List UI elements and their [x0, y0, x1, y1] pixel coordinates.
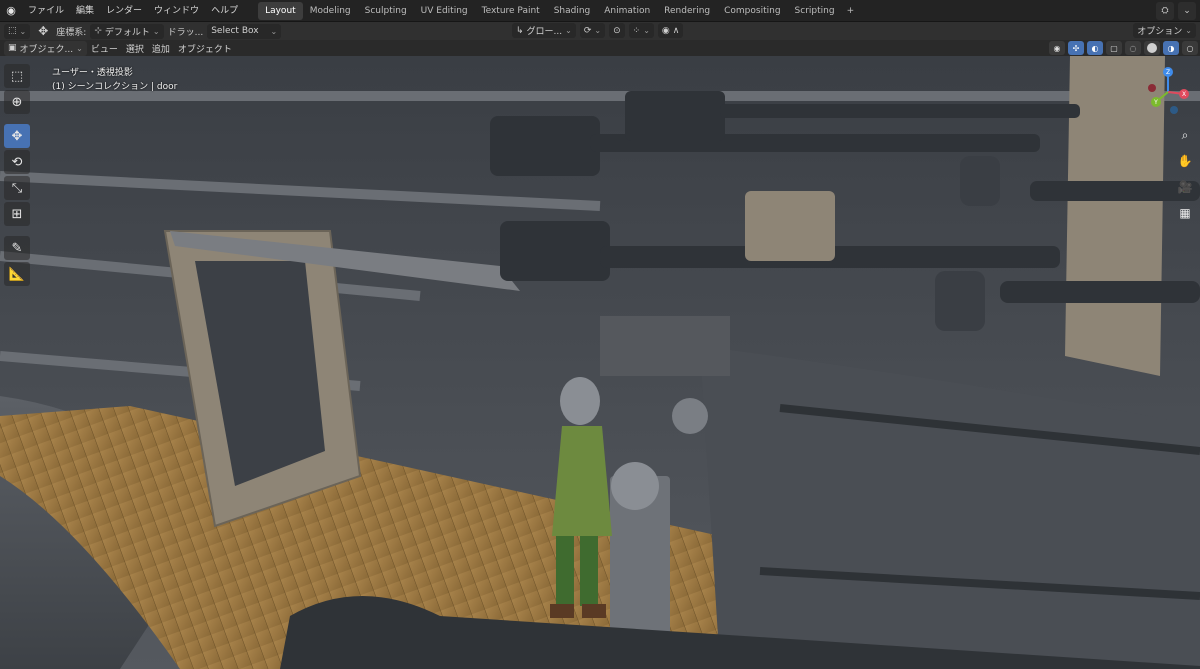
chevron-down-icon[interactable]: ⌄ — [1178, 2, 1196, 20]
tab-sculpting[interactable]: Sculpting — [358, 2, 414, 20]
wireframe-shading-icon[interactable]: ◌ — [1125, 41, 1141, 55]
gizmo-y-label: Y — [1153, 99, 1158, 106]
menu-help[interactable]: ヘルプ — [205, 0, 244, 22]
scale-tool-icon[interactable]: ⤡ — [4, 176, 30, 200]
tab-animation[interactable]: Animation — [597, 2, 657, 20]
top-menu-bar: ◉ ファイル 編集 レンダー ウィンドウ ヘルプ Layout Modeling… — [0, 0, 1200, 22]
rendered-shading-icon[interactable]: ○ — [1182, 41, 1198, 55]
tool-settings-header: ⬚ ⌄ ✥ 座標系: ⊹ デフォルト ⌄ ドラッ... Select Box ⌄ ↳ グロ… — [0, 22, 1200, 40]
top-right-controls: ⛭ ⌄ — [1156, 2, 1196, 20]
gizmo-z-label: Z — [1166, 69, 1170, 76]
navigation-gizmo[interactable]: Z X Y — [1144, 64, 1192, 120]
object-mode-icon: ▣ — [8, 43, 17, 53]
gizmo-x-label: X — [1182, 91, 1186, 98]
pan-hand-icon[interactable]: ✋ — [1174, 150, 1196, 172]
zoom-icon[interactable]: ⌕ — [1174, 124, 1196, 146]
3d-viewport[interactable] — [0, 56, 1200, 669]
tab-layout[interactable]: Layout — [258, 1, 303, 20]
mode-value: オブジェク... — [19, 44, 74, 55]
menu-add[interactable]: 追加 — [148, 42, 174, 55]
chevron-down-icon: ⌄ — [565, 26, 572, 35]
menu-edit[interactable]: 編集 — [70, 0, 100, 22]
drag-select-value: Select Box — [211, 26, 259, 36]
transform-orientation-dropdown[interactable]: ↳ グロー... ⌄ — [512, 23, 576, 38]
tab-scripting[interactable]: Scripting — [788, 2, 842, 20]
chevron-down-icon: ⌄ — [594, 26, 602, 35]
left-toolbar: ⬚ ⊕ ✥ ⟲ ⤡ ⊞ ✎ 📐 — [4, 64, 32, 286]
rotate-tool-icon[interactable]: ⟲ — [4, 150, 30, 174]
proportional-edit-toggle[interactable]: ◉ ∧ — [657, 23, 684, 38]
tab-shading[interactable]: Shading — [547, 2, 598, 20]
solid-shading-icon[interactable] — [1144, 41, 1160, 55]
grid-perspective-icon[interactable]: ▦ — [1174, 202, 1196, 224]
menu-render[interactable]: レンダー — [100, 0, 148, 22]
select-tool-icon: ⬚ — [8, 26, 17, 36]
annotate-tool-icon[interactable]: ✎ — [4, 236, 30, 260]
magnet-icon: ⊙ — [613, 25, 621, 36]
transform-tools: ↳ グロー... ⌄ ⟳ ⌄ ⊙ ⁘ ⌄ ◉ ∧ — [512, 23, 684, 38]
gizmo-toggle-icon[interactable]: ✣ — [1068, 41, 1084, 55]
menu-file[interactable]: ファイル — [22, 0, 70, 22]
chevron-down-icon: ⌄ — [1185, 26, 1192, 35]
tool-mode-dropdown[interactable]: ⬚ ⌄ — [4, 23, 31, 39]
measure-tool-icon[interactable]: 📐 — [4, 262, 30, 286]
proportional-icon: ◉ — [661, 25, 670, 36]
drag-label: ドラッ... — [167, 27, 204, 38]
falloff-icon: ∧ — [672, 25, 680, 36]
viewport-info: ユーザー・透視投影 (1) シーンコレクション | door — [52, 66, 177, 94]
tab-modeling[interactable]: Modeling — [303, 2, 358, 20]
snap-toggle[interactable]: ⊙ — [609, 23, 625, 38]
menu-view[interactable]: ビュー — [87, 42, 122, 55]
transform-tool-icon[interactable]: ⊞ — [4, 202, 30, 226]
snap-target-dropdown[interactable]: ⁘ ⌄ — [628, 23, 654, 38]
camera-icon[interactable]: 🎥 — [1174, 176, 1196, 198]
mode-dropdown[interactable]: ▣ オブジェク... ⌄ — [4, 40, 87, 56]
drag-select-dropdown[interactable]: Select Box ⌄ — [207, 23, 282, 39]
view-projection-label: ユーザー・透視投影 — [52, 68, 133, 78]
chevron-down-icon: ⌄ — [643, 26, 650, 35]
orientation-value: デフォルト — [104, 27, 150, 38]
axes-icon: ↳ — [516, 25, 524, 36]
tab-rendering[interactable]: Rendering — [657, 2, 717, 20]
pivot-icon: ⟳ — [583, 25, 592, 36]
select-box-tool-icon[interactable]: ⬚ — [4, 64, 30, 88]
scene-selector-icon[interactable]: ⛭ — [1156, 2, 1174, 20]
visibility-icon[interactable]: ◉ — [1049, 41, 1065, 55]
move-tool-indicator[interactable]: ✥ — [34, 24, 52, 39]
chevron-down-icon: ⌄ — [19, 26, 27, 36]
menu-select[interactable]: 選択 — [122, 42, 148, 55]
viewport-header: ▣ オブジェク... ⌄ ビュー 選択 追加 オブジェクト ◉ ✣ ◐ ▢ ◌ ◑ … — [0, 40, 1200, 56]
move-arrows-icon: ✥ — [38, 24, 49, 38]
overlay-toggle-icon[interactable]: ◐ — [1087, 41, 1103, 55]
menu-object[interactable]: オブジェクト — [174, 42, 236, 55]
orientation-icon: ⊹ — [94, 26, 102, 36]
orientation-label: 座標系: — [56, 27, 87, 38]
viewport-display-controls: ◉ ✣ ◐ ▢ ◌ ◑ ○ — [1049, 40, 1198, 56]
transform-orientation-value: グロー... — [526, 27, 563, 37]
material-shading-icon[interactable]: ◑ — [1163, 41, 1179, 55]
scene-render — [0, 56, 1200, 669]
orientation-dropdown[interactable]: ⊹ デフォルト ⌄ — [90, 23, 164, 39]
chevron-down-icon: ⌄ — [152, 26, 160, 36]
pivot-dropdown[interactable]: ⟳ ⌄ — [579, 23, 606, 38]
options-label: オプション — [1137, 27, 1183, 37]
active-object-label: (1) シーンコレクション | door — [52, 82, 178, 92]
grid-snap-icon: ⁘ — [632, 25, 641, 36]
tab-texture-paint[interactable]: Texture Paint — [475, 2, 547, 20]
workspace-tabs: Layout Modeling Sculpting UV Editing Tex… — [258, 0, 859, 22]
tab-compositing[interactable]: Compositing — [717, 2, 787, 20]
options-dropdown[interactable]: オプション ⌄ — [1133, 23, 1196, 38]
navigation-controls: ⌕ ✋ 🎥 ▦ — [1174, 124, 1196, 224]
cursor-tool-icon[interactable]: ⊕ — [4, 90, 30, 114]
move-tool-icon[interactable]: ✥ — [4, 124, 30, 148]
gun-mount — [600, 316, 730, 376]
tab-uv-editing[interactable]: UV Editing — [414, 2, 475, 20]
menu-window[interactable]: ウィンドウ — [148, 0, 205, 22]
add-workspace-button[interactable]: + — [842, 2, 860, 20]
blender-logo-icon[interactable]: ◉ — [0, 0, 22, 22]
chevron-down-icon: ⌄ — [270, 26, 278, 36]
xray-toggle-icon[interactable]: ▢ — [1106, 41, 1122, 55]
chevron-down-icon: ⌄ — [76, 43, 83, 53]
